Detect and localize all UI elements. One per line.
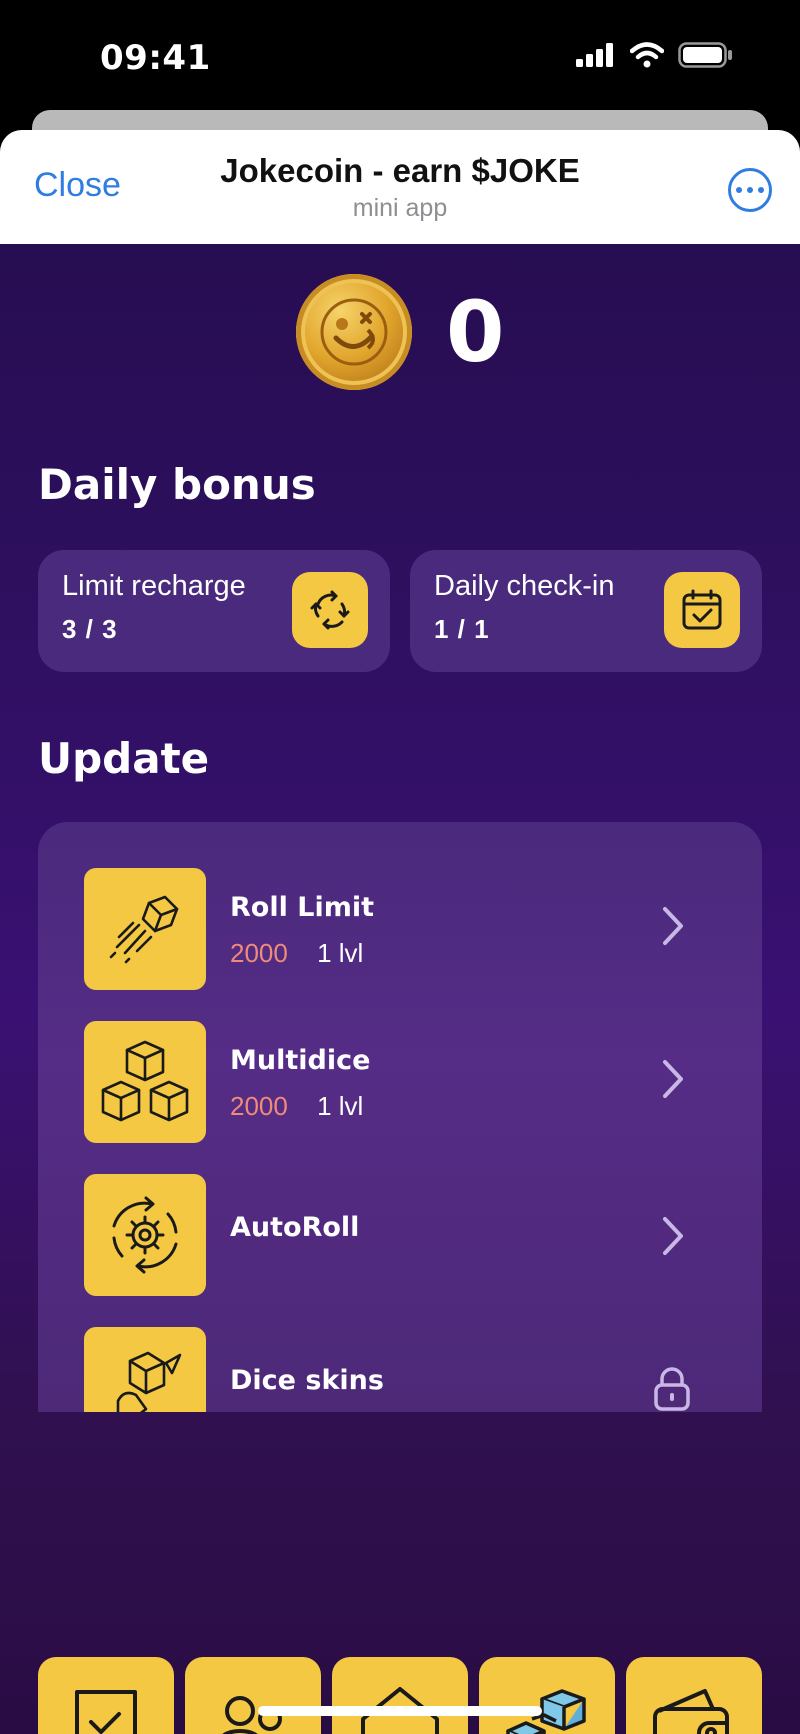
nav-wallet[interactable] [626,1657,762,1734]
recharge-icon [292,572,368,648]
balance-value: 0 [446,283,505,381]
upgrade-level: 1 lvl [317,938,364,968]
status-time: 09:41 [100,38,211,78]
upgrade-price: 2000 [230,1091,288,1121]
nav-tasks[interactable] [38,1657,174,1734]
bonus-count: 3 / 3 [62,614,118,644]
nav-home[interactable] [332,1657,468,1734]
upgrade-meta: 2000 1 lvl [230,1091,363,1122]
more-icon[interactable] [728,168,772,212]
bottom-nav [38,1657,762,1734]
limit-recharge-card[interactable]: Limit recharge 3 / 3 [38,550,390,672]
home-indicator [258,1706,542,1716]
upgrade-name: Roll Limit [230,892,375,923]
wallet-icon [653,1689,729,1734]
upgrade-dice-skins[interactable]: Dice skins [84,1327,724,1412]
battery-icon [678,42,732,68]
daily-bonus-title: Daily bonus [38,460,316,509]
status-bar: 09:41 [0,0,800,118]
upgrade-autoroll[interactable]: AutoRoll [84,1174,724,1296]
app-title: Jokecoin - earn $JOKE [220,152,580,189]
update-list: Roll Limit 2000 1 lvl Multidice 2000 1 l… [38,822,762,1412]
wifi-icon [630,42,664,68]
chevron-right-icon [663,1217,683,1255]
bonus-count: 1 / 1 [434,614,490,644]
calendar-check-icon [664,572,740,648]
dice-skins-icon [84,1327,206,1412]
upgrade-multidice[interactable]: Multidice 2000 1 lvl [84,1021,724,1143]
nav-friends[interactable] [185,1657,321,1734]
nav-upgrades[interactable] [479,1657,615,1734]
gear-cycle-icon [84,1174,206,1296]
upgrade-name: Multidice [230,1045,371,1076]
app-header: Close Jokecoin - earn $JOKE mini app [0,130,800,244]
mini-app-sheet: Close Jokecoin - earn $JOKE mini app 0 D… [0,130,800,1734]
lock-icon [654,1367,690,1411]
flying-cube-icon [84,868,206,990]
tasks-icon [75,1690,137,1734]
upgrade-level: 1 lvl [317,1091,364,1121]
upgrade-price: 2000 [230,938,288,968]
signal-icon [576,43,613,67]
update-title: Update [38,734,210,783]
status-icons [576,42,734,68]
bonus-label: Limit recharge [62,570,246,602]
upgrade-meta: 2000 1 lvl [230,938,363,969]
app-subtitle: mini app [352,194,448,222]
chevron-right-icon [663,1060,683,1098]
bonus-label: Daily check-in [434,570,615,602]
daily-checkin-card[interactable]: Daily check-in 1 / 1 [410,550,762,672]
upgrade-name: Dice skins [230,1365,384,1396]
balance: 0 [296,274,504,390]
upgrade-roll-limit[interactable]: Roll Limit 2000 1 lvl [84,868,724,990]
upgrade-name: AutoRoll [230,1212,360,1243]
cubes-icon [84,1021,206,1143]
coin-icon [296,274,412,390]
chevron-right-icon [663,907,683,945]
